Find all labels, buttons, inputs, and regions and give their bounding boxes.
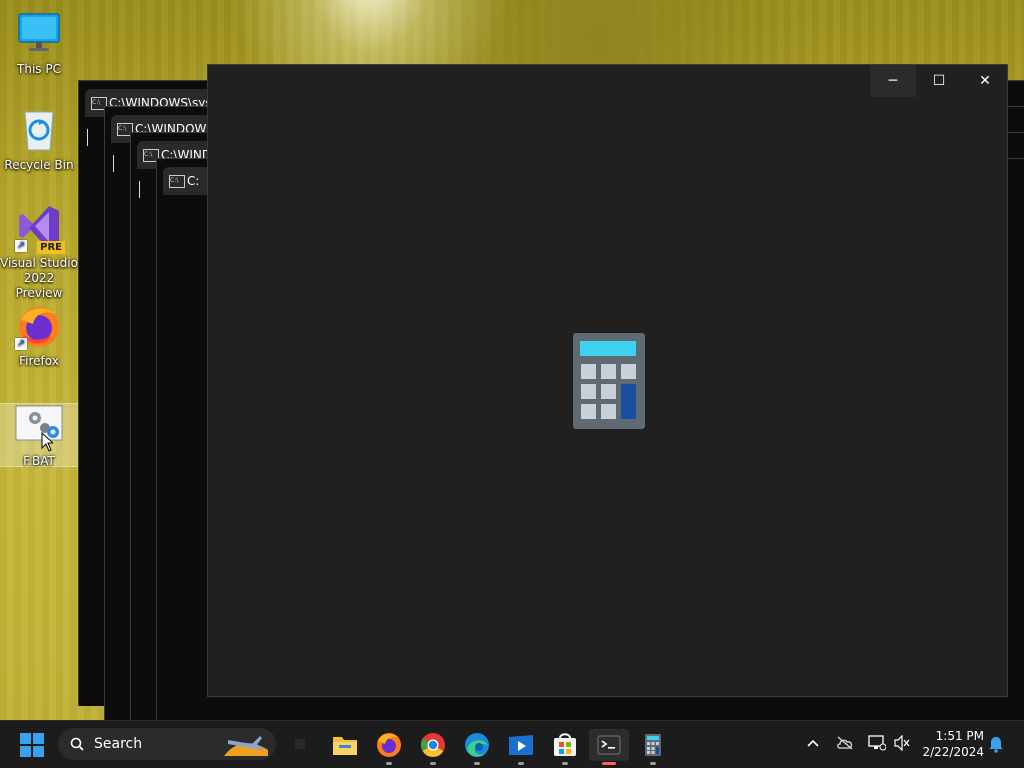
- media-player-icon: [509, 735, 533, 755]
- recycle-bin-icon: [15, 106, 63, 154]
- preview-badge: PRE: [37, 241, 65, 254]
- clock-date: 2/22/2024: [922, 745, 984, 759]
- desktop-icon-this-pc[interactable]: This PC: [0, 10, 78, 77]
- search-highlight-illustration-icon: [224, 736, 268, 756]
- search-box[interactable]: Search: [58, 728, 276, 760]
- network-icon[interactable]: [868, 735, 886, 751]
- taskbar-calculator[interactable]: [637, 729, 669, 765]
- show-hidden-icons-chevron-icon[interactable]: [806, 738, 820, 748]
- desktop-icon-label: Visual Studio 2022 Preview: [0, 256, 78, 300]
- taskbar-microsoft-store[interactable]: [549, 729, 581, 765]
- running-indicator: [602, 762, 616, 765]
- desktop-icon-visual-studio[interactable]: PRE ↗ Visual Studio 2022 Preview: [0, 204, 78, 301]
- cmd-cursor: [139, 181, 140, 198]
- desktop-icon-label: F.BAT: [23, 454, 55, 468]
- search-icon: [70, 737, 84, 751]
- mouse-pointer-icon: [41, 432, 53, 452]
- shortcut-arrow-icon: ↗: [15, 338, 27, 350]
- start-button[interactable]: [16, 729, 48, 761]
- desktop-icon-label: This PC: [17, 62, 61, 76]
- running-indicator: [650, 762, 656, 765]
- notification-bell-icon[interactable]: [988, 735, 1004, 753]
- desktop-icon-recycle-bin[interactable]: Recycle Bin: [0, 106, 78, 173]
- store-icon: [554, 733, 576, 756]
- desktop-icon-label: Firefox: [19, 354, 59, 368]
- taskbar-terminal[interactable]: [589, 729, 629, 765]
- desktop-icon-firefox[interactable]: ↗ Firefox: [0, 302, 78, 369]
- search-placeholder: Search: [94, 736, 143, 752]
- cmd-title: C:: [187, 174, 200, 188]
- visual-studio-icon: PRE ↗: [15, 204, 65, 254]
- batch-file-icon: [15, 404, 63, 452]
- terminal-icon: [597, 735, 621, 755]
- cmd-cursor: [87, 129, 88, 146]
- taskbar-chrome[interactable]: [417, 729, 449, 765]
- taskbar-firefox[interactable]: [373, 729, 405, 765]
- cmd-cursor: [113, 155, 114, 172]
- calculator-window[interactable]: ─ ☐ ✕: [207, 64, 1008, 697]
- close-button[interactable]: ✕: [962, 65, 1008, 97]
- taskbar-file-explorer[interactable]: [329, 729, 361, 761]
- minimize-button[interactable]: ─: [870, 65, 916, 97]
- chrome-icon: [420, 733, 445, 758]
- maximize-button[interactable]: ☐: [916, 65, 962, 97]
- folder-icon: [333, 737, 357, 755]
- clock[interactable]: 1:51 PM 2/22/2024: [918, 728, 984, 760]
- shortcut-arrow-icon: ↗: [15, 240, 27, 252]
- taskbar-edge[interactable]: [461, 729, 493, 765]
- windows-logo-icon: [20, 733, 44, 757]
- monitor-icon: [15, 10, 63, 58]
- desktop-icon-label: Recycle Bin: [4, 158, 74, 172]
- running-indicator: [562, 762, 568, 765]
- clock-time: 1:51 PM: [935, 729, 984, 743]
- edge-icon: [465, 733, 489, 757]
- task-view-icon: [295, 739, 305, 749]
- cmd-icon: C:\: [169, 175, 185, 188]
- desktop-icon-f-bat[interactable]: F.BAT: [0, 403, 79, 468]
- firefox-icon: ↗: [15, 302, 63, 350]
- running-indicator: [518, 762, 524, 765]
- taskbar: Search 1:51 PM 2/22/2024: [0, 720, 1024, 768]
- firefox-icon: [377, 733, 401, 757]
- running-indicator: [430, 762, 436, 765]
- running-indicator: [386, 762, 392, 765]
- running-indicator: [474, 762, 480, 765]
- calculator-icon: [645, 734, 661, 756]
- volume-muted-icon[interactable]: [893, 735, 911, 751]
- task-view-button[interactable]: [290, 729, 322, 761]
- taskbar-media-player[interactable]: [505, 729, 537, 765]
- onedrive-offline-icon[interactable]: [836, 736, 854, 750]
- calculator-app-icon: [573, 333, 645, 429]
